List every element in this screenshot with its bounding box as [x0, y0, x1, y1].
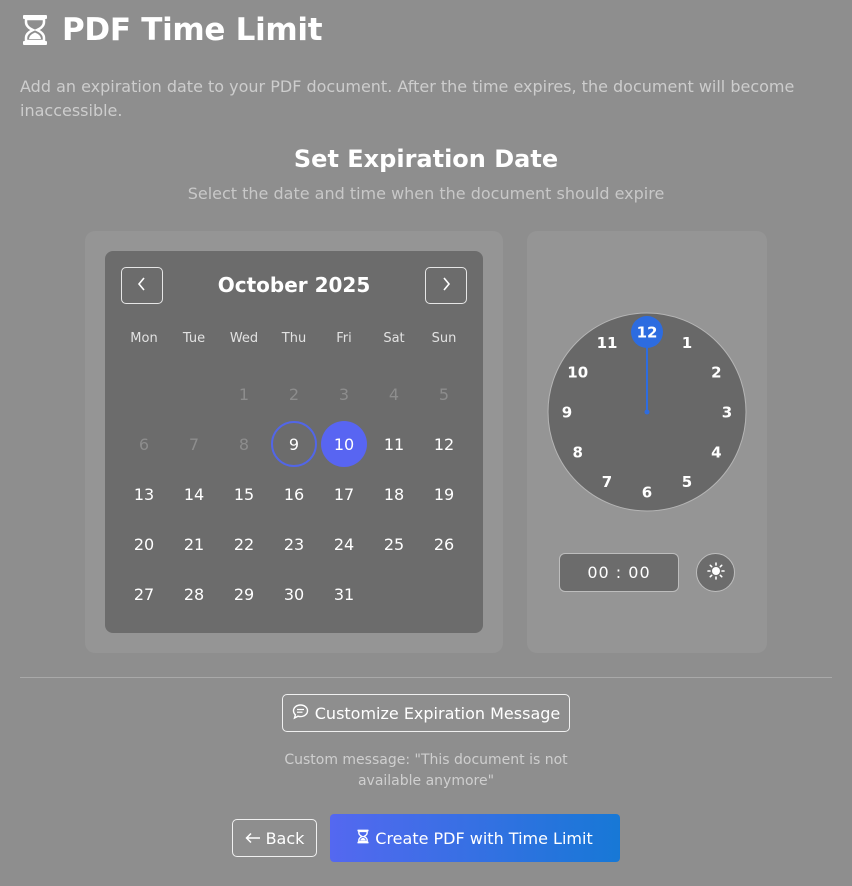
clock-hour-9[interactable]: 9 [562, 404, 572, 422]
calendar-day-15[interactable]: 15 [221, 471, 267, 517]
calendar-day-21[interactable]: 21 [171, 521, 217, 567]
calendar-day-22[interactable]: 22 [221, 521, 267, 567]
theme-toggle-button[interactable] [696, 553, 735, 592]
clock-hour-8[interactable]: 8 [572, 444, 582, 462]
calendar-day-17[interactable]: 17 [321, 471, 367, 517]
calendar-day-18[interactable]: 18 [371, 471, 417, 517]
sun-icon [706, 561, 725, 584]
weekday-wed: Wed [229, 331, 259, 346]
clock-hour-4[interactable]: 4 [711, 444, 721, 462]
clock-hour-3[interactable]: 3 [722, 404, 732, 422]
divider [20, 677, 832, 678]
calendar-day-8: 8 [238, 434, 250, 454]
weekday-sun: Sun [431, 331, 457, 346]
calendar: October 2025 Mon Tue Wed Thu Fri Sat Sun 1 2 3 4 5 6… [105, 251, 483, 633]
calendar-day-14[interactable]: 14 [171, 471, 217, 517]
calendar-day-25[interactable]: 25 [371, 521, 417, 567]
hourglass-icon [20, 12, 50, 48]
clock-center [644, 409, 650, 415]
calendar-day-31[interactable]: 31 [321, 571, 367, 617]
next-month-button[interactable] [425, 267, 467, 304]
calendar-day-10[interactable]: 10 [321, 421, 367, 467]
calendar-day-23[interactable]: 23 [271, 521, 317, 567]
calendar-day-26[interactable]: 26 [421, 521, 467, 567]
weekday-thu: Thu [281, 331, 307, 346]
calendar-day-12[interactable]: 12 [421, 421, 467, 467]
calendar-day-30[interactable]: 30 [271, 571, 317, 617]
clock-hour-11[interactable]: 11 [597, 334, 618, 352]
arrow-left-icon [245, 829, 261, 848]
back-label: Back [265, 828, 305, 848]
calendar-day-7: 7 [188, 434, 200, 454]
page-description: Add an expiration date to your PDF docum… [20, 77, 795, 120]
calendar-day-11[interactable]: 11 [371, 421, 417, 467]
section-subtitle: Select the date and time when the docume… [187, 184, 665, 203]
calendar-day-13[interactable]: 13 [121, 471, 167, 517]
time-input[interactable]: 00 : 00 [559, 553, 679, 592]
clock-hour-2[interactable]: 2 [711, 364, 721, 382]
calendar-day-20[interactable]: 20 [121, 521, 167, 567]
clock-face[interactable]: 121234567891011 [527, 231, 767, 531]
custom-message-text: Custom message: "This document is not av… [284, 752, 568, 789]
calendar-day-3: 3 [338, 384, 350, 404]
weekday-mon: Mon [130, 331, 158, 346]
calendar-day-16[interactable]: 16 [271, 471, 317, 517]
chat-bubble-icon [292, 703, 309, 724]
calendar-day-27[interactable]: 27 [121, 571, 167, 617]
create-pdf-label: Create PDF with Time Limit [375, 828, 593, 848]
clock-hour-7[interactable]: 7 [602, 473, 612, 491]
clock-hour-6[interactable]: 6 [642, 484, 652, 502]
calendar-day-2: 2 [288, 384, 300, 404]
calendar-day-1: 1 [238, 384, 250, 404]
section-title: Set Expiration Date [293, 145, 559, 173]
calendar-day-6: 6 [138, 434, 150, 454]
calendar-day-5: 5 [438, 384, 450, 404]
calendar-day-29[interactable]: 29 [221, 571, 267, 617]
clock-hour-5[interactable]: 5 [682, 473, 692, 491]
weekday-tue: Tue [182, 331, 206, 346]
back-button[interactable]: Back [232, 819, 317, 857]
customize-message-label: Customize Expiration Message [314, 703, 561, 723]
page-header: PDF Time Limit [20, 12, 323, 48]
create-pdf-button[interactable]: Create PDF with Time Limit [330, 814, 620, 862]
calendar-day-9[interactable]: 9 [271, 421, 317, 467]
clock-hour-1[interactable]: 1 [682, 334, 692, 352]
customize-message-button[interactable]: Customize Expiration Message [282, 694, 570, 732]
hourglass-icon [357, 829, 369, 848]
clock-hour-12[interactable]: 12 [637, 324, 658, 342]
calendar-day-24[interactable]: 24 [321, 521, 367, 567]
page-title: PDF Time Limit [62, 12, 323, 48]
weekday-fri: Fri [336, 331, 352, 346]
clock-hour-10[interactable]: 10 [567, 364, 588, 382]
calendar-day-4: 4 [388, 384, 400, 404]
calendar-day-19[interactable]: 19 [421, 471, 467, 517]
chevron-right-icon [440, 276, 452, 296]
calendar-day-28[interactable]: 28 [171, 571, 217, 617]
weekday-sat: Sat [383, 331, 405, 346]
